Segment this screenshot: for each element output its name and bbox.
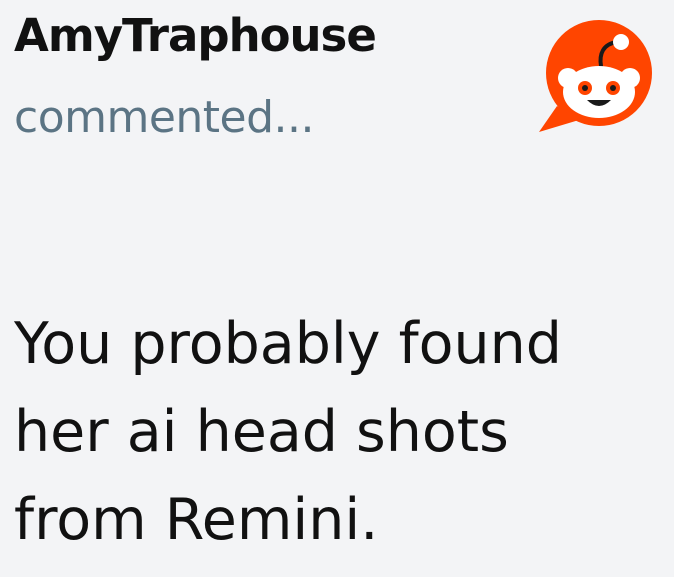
comment-username[interactable]: AmyTraphouse [14,6,377,66]
comment-card: AmyTraphouse commented... You probably f… [0,0,674,577]
comment-action-label: commented... [14,92,315,143]
comment-body: You probably found her ai head shots fro… [14,311,562,553]
reddit-logo-icon [539,20,652,132]
